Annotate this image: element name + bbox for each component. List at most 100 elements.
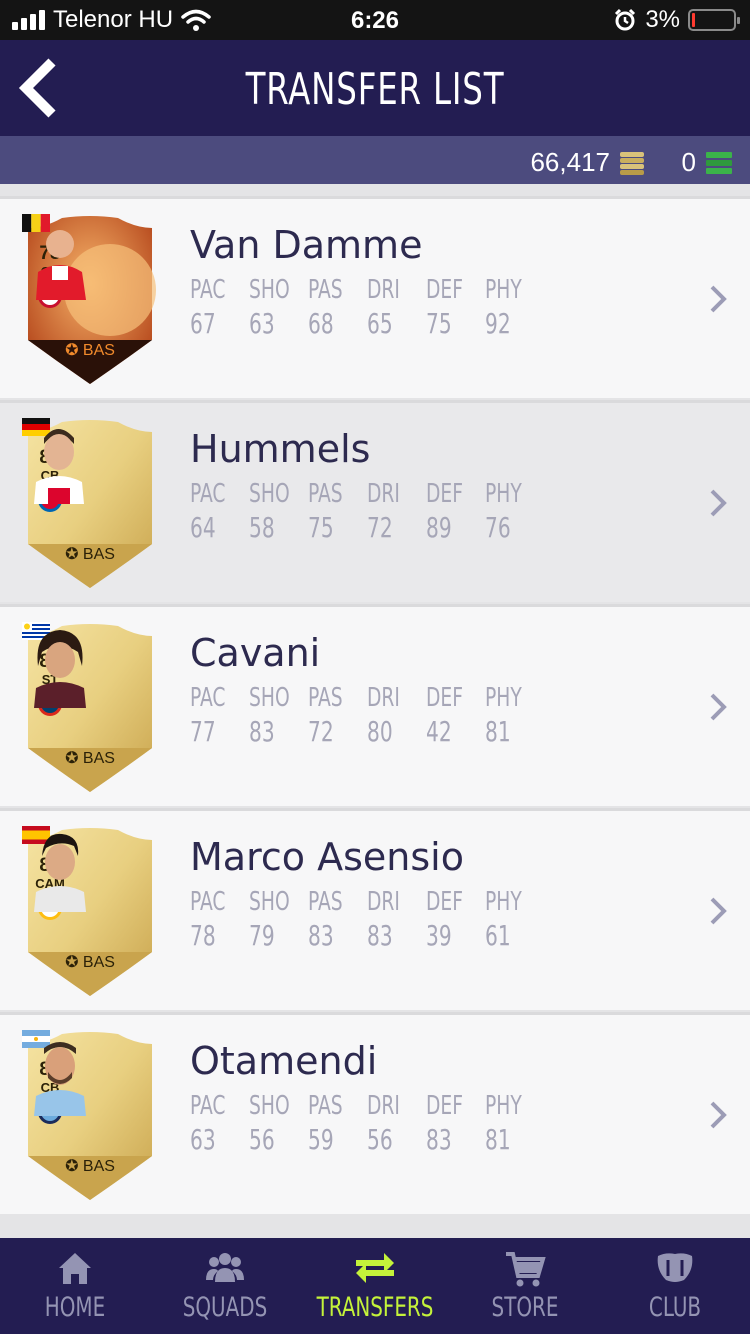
tab-home[interactable]: HOME bbox=[0, 1238, 150, 1334]
tab-store[interactable]: STORE bbox=[450, 1238, 600, 1334]
tab-label: HOME bbox=[44, 1292, 106, 1323]
player-card: 83 CB ✪ BAS bbox=[22, 1030, 158, 1200]
stat-pac: PAC 67 bbox=[190, 275, 226, 340]
chemistry-style: ✪ BAS bbox=[30, 544, 150, 572]
stat-phy: PHY 81 bbox=[485, 683, 522, 748]
chemistry-label: BAS bbox=[82, 342, 115, 359]
chemistry-style: ✪ BAS bbox=[30, 952, 150, 980]
stat-pas: PAS 83 bbox=[308, 887, 343, 952]
chevron-right-icon bbox=[710, 897, 727, 925]
player-photo bbox=[34, 833, 86, 912]
player-name: Marco Asensio bbox=[190, 835, 464, 879]
player-name: Cavani bbox=[190, 631, 321, 675]
player-card: 87 ST ✪ BAS bbox=[22, 622, 158, 792]
stat-def: DEF 39 bbox=[426, 887, 463, 952]
player-row[interactable]: 88 CB ✪ BAS Hummels PAC64 SHO58 PAS75 DR… bbox=[0, 400, 750, 602]
stat-pas: PAS 72 bbox=[308, 683, 343, 748]
stat-dri: DRI 80 bbox=[367, 683, 400, 748]
page-title: TRANSFER LIST bbox=[245, 64, 505, 115]
chemistry-label: BAS bbox=[82, 1158, 115, 1175]
tab-squads[interactable]: SQUADS bbox=[150, 1238, 300, 1334]
player-row[interactable]: 84 CAM ✪ BAS Marco Asensio PAC78 SHO79 P… bbox=[0, 808, 750, 1010]
squads-icon bbox=[206, 1253, 244, 1282]
player-row[interactable]: 78 CB ✪ BAS Van Damme PAC67 SHO63 PAS68 … bbox=[0, 196, 750, 398]
chemistry-icon: ✪ bbox=[65, 750, 83, 767]
stat-def: DEF 89 bbox=[426, 479, 463, 544]
stat-phy: PHY 61 bbox=[485, 887, 522, 952]
chemistry-icon: ✪ bbox=[65, 1158, 83, 1175]
stat-phy: PHY 92 bbox=[485, 275, 522, 340]
header: TRANSFER LIST bbox=[0, 40, 750, 136]
chemistry-style: ✪ BAS bbox=[30, 1156, 150, 1184]
player-row[interactable]: 83 CB ✪ BAS Otamendi PAC63 SHO56 PAS59 D… bbox=[0, 1012, 750, 1214]
stat-sho: SHO 56 bbox=[249, 1091, 290, 1156]
coins-value: 66,417 bbox=[530, 147, 610, 177]
player-name: Van Damme bbox=[190, 223, 423, 267]
player-stats: PAC 67 SHO 63 PAS 68 DRI 65 DEF 75 PHY 92 bbox=[190, 275, 544, 340]
stat-dri: DRI 72 bbox=[367, 479, 400, 544]
tab-club[interactable]: CLUB bbox=[600, 1238, 750, 1334]
chemistry-icon: ✪ bbox=[65, 342, 83, 359]
tab-label: SQUADS bbox=[182, 1292, 268, 1323]
chevron-right-icon bbox=[710, 693, 727, 721]
stat-pas: PAS 68 bbox=[308, 275, 343, 340]
stat-sho: SHO 63 bbox=[249, 275, 290, 340]
player-card: 88 CB ✪ BAS bbox=[22, 418, 158, 588]
chevron-left-icon bbox=[18, 58, 56, 118]
stat-dri: DRI 65 bbox=[367, 275, 400, 340]
stat-pas: PAS 75 bbox=[308, 479, 343, 544]
stat-pac: PAC 78 bbox=[190, 887, 226, 952]
points-icon bbox=[706, 151, 732, 174]
stat-sho: SHO 79 bbox=[249, 887, 290, 952]
player-card: 84 CAM ✪ BAS bbox=[22, 826, 158, 996]
alarm-icon bbox=[615, 8, 636, 31]
player-stats: PAC 77 SHO 83 PAS 72 DRI 80 DEF 42 PHY 81 bbox=[190, 683, 544, 748]
club-icon bbox=[657, 1253, 693, 1282]
tab-bar: HOME SQUADS TRANSFERS STORE CLUB bbox=[0, 1238, 750, 1334]
player-photo bbox=[34, 630, 86, 708]
back-button[interactable] bbox=[14, 56, 74, 120]
stat-pac: PAC 64 bbox=[190, 479, 226, 544]
battery-percent: 3% bbox=[645, 6, 680, 33]
coins-icon bbox=[620, 151, 644, 175]
player-photo bbox=[36, 230, 86, 300]
chevron-right-icon bbox=[710, 1101, 727, 1129]
chemistry-label: BAS bbox=[82, 750, 115, 767]
tab-transfers[interactable]: TRANSFERS bbox=[300, 1238, 450, 1334]
stat-sho: SHO 58 bbox=[249, 479, 290, 544]
stat-phy: PHY 76 bbox=[485, 479, 522, 544]
chemistry-label: BAS bbox=[82, 954, 115, 971]
stat-dri: DRI 56 bbox=[367, 1091, 400, 1156]
stat-pas: PAS 59 bbox=[308, 1091, 343, 1156]
stat-sho: SHO 83 bbox=[249, 683, 290, 748]
chevron-right-icon bbox=[710, 285, 727, 313]
stat-pac: PAC 63 bbox=[190, 1091, 226, 1156]
stat-dri: DRI 83 bbox=[367, 887, 400, 952]
stat-def: DEF 83 bbox=[426, 1091, 463, 1156]
player-stats: PAC 78 SHO 79 PAS 83 DRI 83 DEF 39 PHY 61 bbox=[190, 887, 544, 952]
tab-label: TRANSFERS bbox=[316, 1292, 434, 1323]
player-name: Hummels bbox=[190, 427, 371, 471]
home-icon bbox=[59, 1253, 91, 1284]
points-balance: 0 bbox=[682, 147, 734, 178]
battery-icon bbox=[688, 9, 740, 31]
player-stats: PAC 63 SHO 56 PAS 59 DRI 56 DEF 83 PHY 81 bbox=[190, 1091, 544, 1156]
store-icon bbox=[506, 1252, 546, 1287]
transfers-icon bbox=[356, 1253, 394, 1283]
player-name: Otamendi bbox=[190, 1039, 378, 1083]
stat-def: DEF 42 bbox=[426, 683, 463, 748]
stat-pac: PAC 77 bbox=[190, 683, 226, 748]
chemistry-icon: ✪ bbox=[65, 954, 83, 971]
tab-label: STORE bbox=[491, 1292, 559, 1323]
chemistry-label: BAS bbox=[82, 546, 115, 563]
chemistry-style: ✪ BAS bbox=[30, 748, 150, 776]
coins-balance: 66,417 bbox=[530, 147, 646, 178]
tab-label: CLUB bbox=[648, 1292, 702, 1323]
chevron-right-icon bbox=[710, 489, 727, 517]
player-stats: PAC 64 SHO 58 PAS 75 DRI 72 DEF 89 PHY 76 bbox=[190, 479, 544, 544]
stat-phy: PHY 81 bbox=[485, 1091, 522, 1156]
player-row[interactable]: 87 ST ✪ BAS Cavani PAC77 SHO83 PAS72 DRI… bbox=[0, 604, 750, 806]
chemistry-style: ✪ BAS bbox=[30, 340, 150, 368]
points-value: 0 bbox=[681, 147, 696, 177]
chemistry-icon: ✪ bbox=[65, 546, 83, 563]
